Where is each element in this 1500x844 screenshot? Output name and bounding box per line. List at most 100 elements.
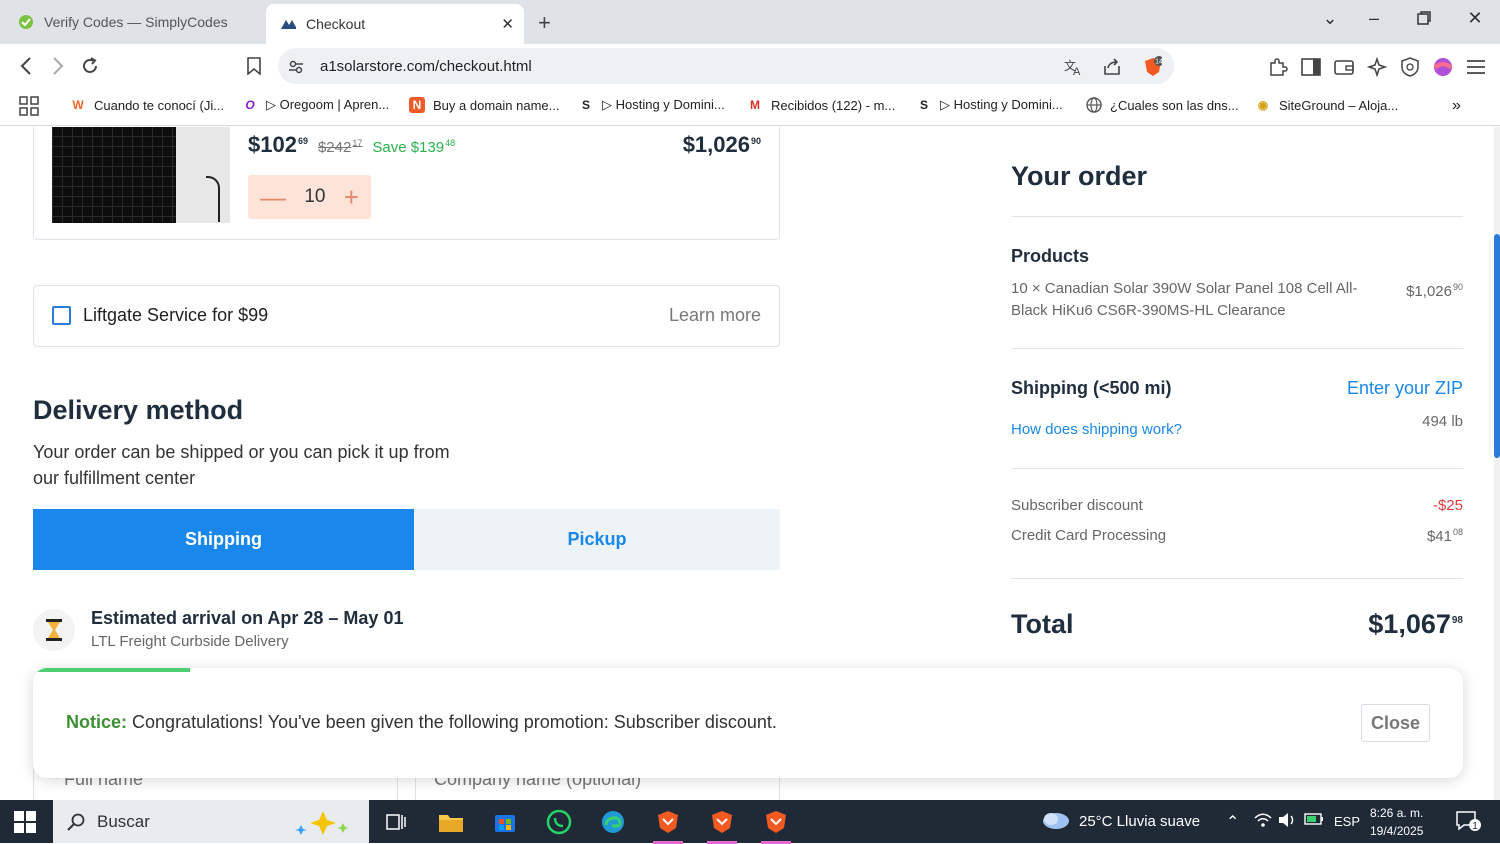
divider [1011, 348, 1463, 349]
bookmark-item[interactable]: S ▷ Hosting y Domini... [578, 97, 725, 113]
increase-quantity-button[interactable]: + [344, 184, 359, 210]
translate-icon[interactable]: 文A [1064, 57, 1084, 77]
original-price: $24217 [317, 138, 363, 156]
liftgate-checkbox[interactable] [52, 306, 71, 325]
bookmark-item[interactable]: S ▷ Hosting y Domini... [916, 97, 1063, 113]
liftgate-label[interactable]: Liftgate Service for $99 [83, 305, 268, 326]
delivery-tabs: Shipping Pickup [33, 509, 780, 570]
tab-shipping[interactable]: Shipping [33, 509, 414, 570]
leo-ai-icon[interactable] [1366, 56, 1388, 78]
how-shipping-works-link[interactable]: How does shipping work? [1011, 421, 1182, 438]
close-tab-icon[interactable]: ✕ [501, 15, 514, 33]
cc-processing-value: $4108 [1426, 527, 1463, 545]
whatsapp-icon[interactable] [542, 806, 576, 838]
learn-more-link[interactable]: Learn more [669, 305, 761, 326]
wifi-icon[interactable] [1254, 812, 1272, 828]
site-settings-icon[interactable] [286, 57, 306, 77]
line-total: $1,02690 [682, 132, 761, 157]
brave-browser-icon[interactable] [651, 806, 685, 844]
sidebar-icon[interactable] [1300, 56, 1322, 78]
close-window-icon[interactable]: ✕ [1460, 8, 1490, 29]
address-bar[interactable]: a1solarstore.com/checkout.html 文A 14 [278, 48, 1174, 84]
quantity-stepper: — 10 + [248, 175, 371, 219]
savings-amount: Save $13948 [372, 138, 456, 156]
bookmark-item[interactable]: W Cuando te conocí (Ji... [70, 97, 224, 113]
delivery-description: Your order can be shipped or you can pic… [33, 442, 450, 488]
shipping-label: Shipping (<500 mi) [1011, 378, 1172, 398]
unit-price: $10269 [248, 132, 308, 157]
taskbar-search[interactable]: Buscar [53, 800, 369, 843]
subscriber-discount-label: Subscriber discount [1011, 497, 1143, 514]
brave-browser-icon[interactable] [759, 806, 793, 844]
close-notice-button[interactable]: Close [1361, 704, 1430, 742]
tab-checkout[interactable]: Checkout ✕ [266, 4, 524, 44]
clock[interactable]: 8:26 a. m. 19/4/2025 [1370, 804, 1423, 840]
shipment-weight: 494 lb [1422, 413, 1463, 430]
hourglass-icon [33, 609, 75, 651]
promotion-notice: Notice: Congratulations! You've been giv… [33, 668, 1463, 778]
tab-pickup[interactable]: Pickup [414, 509, 780, 570]
minimize-icon[interactable]: – [1359, 8, 1389, 29]
subscriber-discount-value: -$25 [1432, 497, 1463, 514]
total-label: Total [1011, 609, 1074, 639]
more-bookmarks-icon[interactable]: » [1452, 97, 1461, 115]
volume-icon[interactable] [1278, 812, 1296, 828]
brave-browser-icon[interactable] [705, 806, 739, 844]
tab-title: Checkout [306, 16, 366, 32]
notifications-icon[interactable]: 1 [1455, 810, 1481, 832]
menu-icon[interactable] [1465, 56, 1487, 78]
svg-text:14: 14 [1155, 59, 1162, 66]
edge-icon[interactable] [596, 806, 630, 838]
bookmark-icon[interactable] [242, 54, 266, 78]
tab-search-chevron-icon[interactable]: ⌄ [1315, 8, 1345, 29]
url-text[interactable]: a1solarstore.com/checkout.html [320, 58, 532, 75]
o-logo-icon: O [245, 98, 255, 112]
task-view-icon[interactable] [379, 806, 413, 838]
language-indicator[interactable]: ESP [1334, 814, 1360, 829]
bookmark-item[interactable]: ¿Cuales son las dns... [1086, 97, 1239, 113]
products-label: Products [1011, 246, 1090, 266]
profile-icon[interactable] [1432, 56, 1454, 78]
show-hidden-icons-chevron-icon[interactable]: ⌃ [1226, 812, 1239, 832]
windows-taskbar: Buscar 25°C Lluvia suave ⌃ ESP 8:26 a. m… [0, 800, 1500, 844]
bookmark-item[interactable]: M Recibidos (122) - m... [747, 97, 895, 113]
globe-icon [1086, 97, 1102, 113]
extensions-icon[interactable] [1267, 56, 1289, 78]
microsoft-store-icon[interactable] [488, 806, 522, 838]
file-explorer-icon[interactable] [434, 806, 468, 838]
decrease-quantity-button[interactable]: — [260, 184, 286, 210]
forward-icon[interactable] [46, 54, 70, 78]
scrollbar-thumb[interactable] [1494, 234, 1500, 458]
product-line-item: 10 × Canadian Solar 390W Solar Panel 108… [1011, 280, 1358, 319]
tab-simplycodes[interactable]: Verify Codes — SimplyCodes [8, 4, 258, 40]
vpn-shield-icon[interactable] [1399, 56, 1421, 78]
browser-toolbar: a1solarstore.com/checkout.html 文A 14 [0, 44, 1500, 88]
tab-title: Verify Codes — SimplyCodes [44, 14, 228, 30]
divider [1011, 216, 1463, 217]
scrollbar[interactable] [1494, 127, 1500, 800]
new-tab-icon[interactable]: + [538, 10, 551, 36]
bookmark-item[interactable]: ◉ SiteGround – Aloja... [1255, 97, 1399, 113]
share-icon[interactable] [1102, 57, 1122, 77]
quantity-value[interactable]: 10 [304, 186, 325, 208]
windows-start-icon[interactable] [14, 811, 36, 833]
battery-icon[interactable] [1304, 812, 1324, 826]
bookmark-item[interactable]: N Buy a domain name... [409, 97, 559, 113]
cart-item-card: $10269 $24217 Save $13948 $1,02690 — 10 … [33, 127, 780, 240]
apps-grid-icon[interactable] [19, 96, 39, 116]
restore-icon[interactable] [1409, 8, 1439, 25]
estimated-arrival: Estimated arrival on Apr 28 – May 01 [91, 608, 404, 628]
total-value: $1,06798 [1368, 609, 1463, 639]
notice-message: Notice: Congratulations! You've been giv… [66, 712, 777, 732]
reload-icon[interactable] [78, 54, 102, 78]
brave-shields-icon[interactable]: 14 [1142, 56, 1162, 77]
bookmark-item[interactable]: O ▷ Oregoom | Apren... [242, 97, 389, 113]
notice-timer-bar [33, 668, 191, 672]
enter-zip-link[interactable]: Enter your ZIP [1347, 378, 1463, 399]
wallet-icon[interactable] [1333, 56, 1355, 78]
back-icon[interactable] [14, 54, 38, 78]
simplycodes-icon [18, 14, 34, 30]
svg-text:A: A [1073, 66, 1081, 76]
weather-widget[interactable]: 25°C Lluvia suave [1041, 810, 1200, 832]
weather-text: 25°C Lluvia suave [1079, 812, 1201, 830]
